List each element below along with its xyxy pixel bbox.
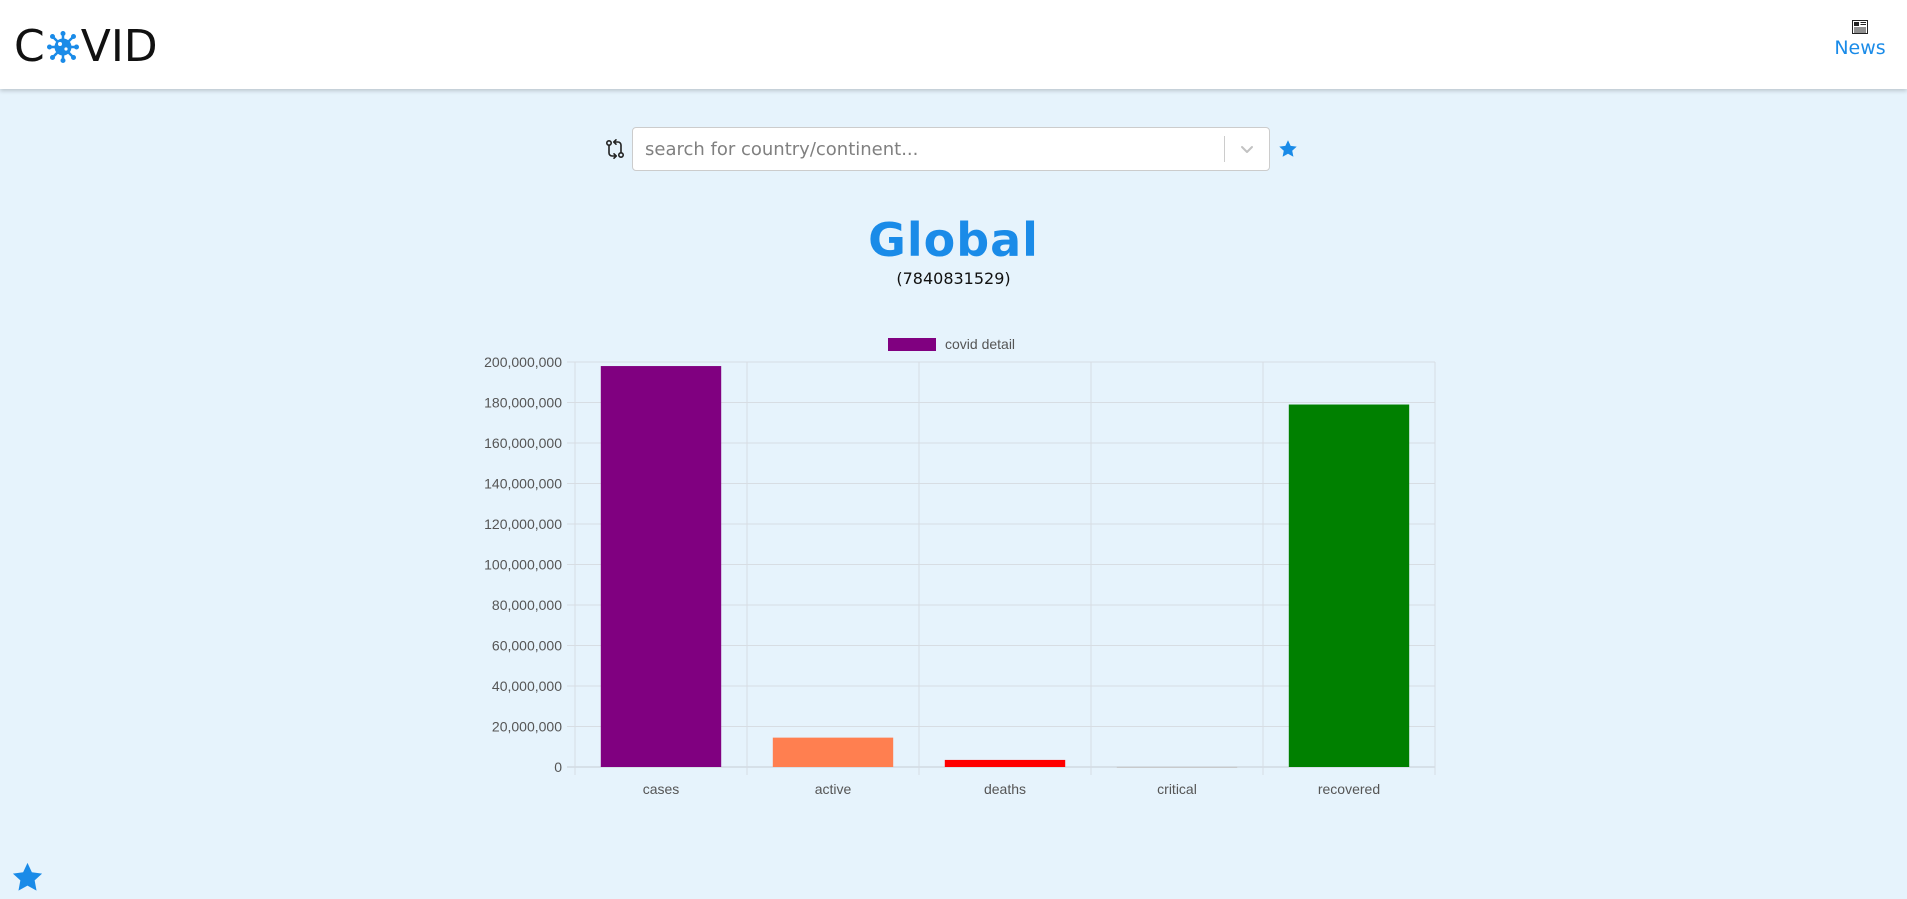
bar-cases[interactable]: [600, 366, 722, 767]
search-select[interactable]: [632, 127, 1270, 171]
logo-text-prefix: C: [14, 21, 45, 72]
y-tick-label: 20,000,000: [492, 719, 562, 735]
navbar: C VID News: [0, 0, 1907, 89]
y-tick-label: 120,000,000: [484, 516, 562, 532]
legend-label[interactable]: covid detail: [945, 336, 1015, 352]
nav-news-link[interactable]: News: [1830, 20, 1890, 60]
compare-arrows-icon[interactable]: [604, 138, 626, 160]
y-tick-label: 140,000,000: [484, 476, 562, 492]
bar-active[interactable]: [772, 737, 894, 767]
y-tick-label: 40,000,000: [492, 678, 562, 694]
app-logo[interactable]: C VID: [14, 20, 158, 74]
virus-icon: [46, 31, 79, 63]
y-tick-label: 180,000,000: [484, 395, 562, 411]
y-tick-label: 80,000,000: [492, 597, 562, 613]
legend-swatch[interactable]: [888, 338, 936, 351]
y-tick-label: 200,000,000: [484, 354, 562, 370]
search-input[interactable]: [633, 129, 1224, 169]
logo-text-suffix: VID: [80, 21, 158, 72]
x-tick-label: active: [815, 781, 852, 797]
nav-news-label: News: [1834, 37, 1886, 59]
bar-critical[interactable]: [1116, 766, 1238, 768]
chevron-down-icon: [1241, 146, 1253, 153]
newspaper-icon: [1852, 20, 1868, 34]
star-icon[interactable]: [1277, 138, 1299, 160]
bar-deaths[interactable]: [944, 759, 1066, 767]
y-tick-label: 100,000,000: [484, 557, 562, 573]
region-title: Global: [868, 213, 1039, 267]
covid-bar-chart: covid detail 200,000,000 180,000,000 160,00…: [484, 336, 1436, 797]
y-tick-label: 60,000,000: [492, 638, 562, 654]
dropdown-toggle[interactable]: [1225, 129, 1269, 169]
x-tick-label: deaths: [984, 781, 1026, 797]
favorites-star-icon[interactable]: [10, 860, 45, 895]
x-tick-label: recovered: [1318, 781, 1380, 797]
bar-recovered[interactable]: [1288, 404, 1410, 767]
y-tick-label: 0: [554, 759, 562, 775]
x-tick-label: critical: [1157, 781, 1197, 797]
search-row: [604, 125, 1299, 173]
region-population: (7840831529): [896, 269, 1011, 288]
y-tick-label: 160,000,000: [484, 435, 562, 451]
x-tick-label: cases: [643, 781, 680, 797]
